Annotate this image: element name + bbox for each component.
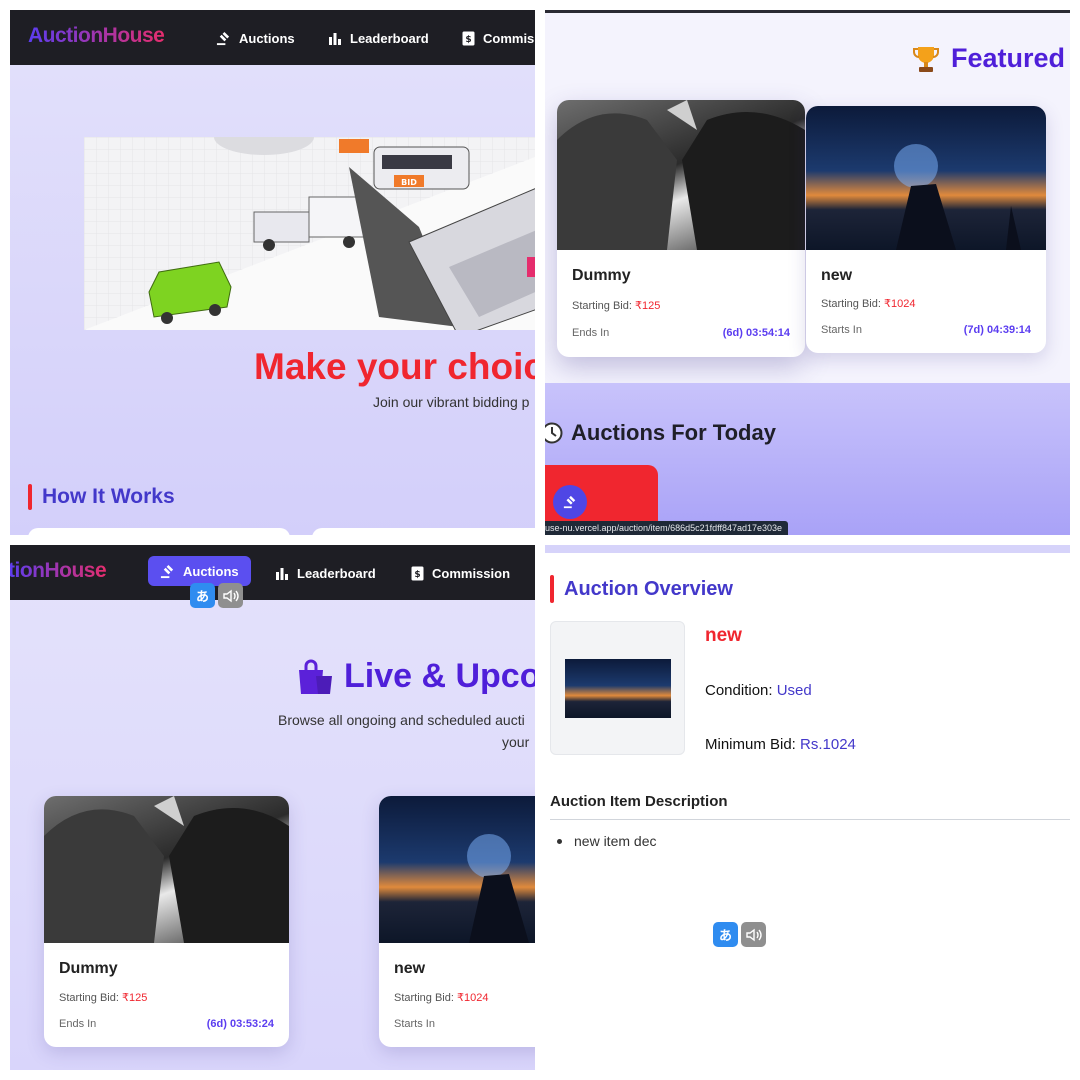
- how-it-works-heading: How It Works: [28, 484, 175, 510]
- nav-leaderboard[interactable]: Leaderboard: [328, 25, 429, 51]
- logo[interactable]: AuctionHouse: [28, 24, 165, 48]
- divider: [550, 819, 1070, 820]
- item-image: [565, 659, 671, 718]
- navbar: tionHouse Auctions Leaderboard $ Commiss…: [10, 545, 535, 600]
- live-heading-label: Live & Upco: [344, 657, 535, 695]
- bar-chart-icon: [276, 568, 288, 580]
- translate-icon[interactable]: あ: [713, 922, 738, 947]
- nav-auctions[interactable]: Auctions: [148, 556, 251, 586]
- card-time-label: Starts In: [821, 324, 862, 336]
- card-time-label: Starts In: [394, 1018, 435, 1030]
- card-title: Dummy: [59, 960, 118, 977]
- featured-card-dummy[interactable]: Dummy Starting Bid: ₹125 Ends In (6d) 03…: [557, 100, 805, 357]
- nav-auctions-label: Auctions: [239, 30, 295, 46]
- speaker-icon[interactable]: [741, 922, 766, 947]
- card-image: [557, 100, 805, 250]
- featured-heading-label: Featured A: [951, 43, 1070, 73]
- overview-panel: Auction Overview new Condition: Used Min…: [545, 545, 1070, 1070]
- heading-accent-bar: [550, 575, 554, 603]
- card-starting-bid: Starting Bid: ₹125: [572, 300, 661, 312]
- translate-widget[interactable]: あ: [190, 583, 243, 608]
- top-strip: [545, 545, 1070, 553]
- card-timer: (7d) 04:39:14: [963, 324, 1031, 336]
- hero-title: Make your choic: [254, 346, 535, 387]
- live-panel: tionHouse Auctions Leaderboard $ Commiss…: [10, 545, 535, 1070]
- nav-auctions[interactable]: Auctions: [216, 25, 295, 51]
- nav-leaderboard[interactable]: Leaderboard: [275, 560, 376, 586]
- featured-card-new[interactable]: new Starting Bid: ₹1024 Starts In (7d) 0…: [806, 106, 1046, 353]
- receipt-dollar-icon: $: [462, 31, 475, 45]
- today-heading: Auctions For Today: [545, 420, 776, 446]
- card-starting-bid: Starting Bid: ₹1024: [394, 992, 489, 1004]
- gavel-badge: [553, 485, 587, 519]
- step-card: [312, 528, 535, 535]
- navbar: AuctionHouse Auctions Leaderboard $ Comm…: [10, 10, 535, 65]
- clock-icon: [545, 422, 563, 444]
- hero-illustration: BID: [84, 137, 535, 330]
- translate-icon[interactable]: あ: [190, 583, 215, 608]
- card-starting-bid: Starting Bid: ₹125: [59, 992, 148, 1004]
- how-it-works-label: How It Works: [42, 485, 175, 508]
- featured-panel: Featured A Dummy Starting Bid: ₹125 Ends…: [545, 10, 1070, 535]
- overview-heading-label: Auction Overview: [564, 577, 733, 600]
- live-card-dummy[interactable]: Dummy Starting Bid: ₹125 Ends In (6d) 03…: [44, 796, 289, 1047]
- card-timer: (6d) 03:53:24: [206, 1018, 274, 1030]
- speaker-icon[interactable]: [218, 583, 243, 608]
- nav-commission[interactable]: $ Commission: [411, 560, 510, 586]
- card-title: Dummy: [572, 267, 631, 284]
- nav-commission-label: Commis: [483, 30, 535, 46]
- card-title: new: [394, 960, 426, 977]
- logo[interactable]: tionHouse: [10, 559, 107, 583]
- svg-text:$: $: [414, 570, 420, 580]
- nav-commission[interactable]: $ Commis: [462, 25, 534, 51]
- card-title: new: [821, 267, 853, 284]
- overview-heading: Auction Overview: [550, 575, 733, 603]
- heading-accent-bar: [28, 484, 32, 510]
- live-subtitle: Browse all ongoing and scheduled aucti: [278, 712, 525, 728]
- nav-leaderboard-label: Leaderboard: [297, 565, 376, 581]
- live-card-new[interactable]: new Starting Bid: ₹1024 Starts In: [379, 796, 535, 1047]
- svg-text:$: $: [465, 35, 471, 45]
- item-thumbnail: [550, 621, 685, 755]
- description-item: new item dec: [557, 833, 656, 849]
- status-bar-url: use-nu.vercel.app/auction/item/686d5c21f…: [545, 521, 789, 535]
- top-border: [545, 10, 1070, 13]
- bar-chart-icon: [329, 33, 341, 45]
- step-card: [28, 528, 290, 535]
- today-heading-label: Auctions For Today: [571, 420, 776, 445]
- nav-leaderboard-label: Leaderboard: [350, 30, 429, 46]
- svg-text:BID: BID: [401, 178, 417, 187]
- card-image: [806, 106, 1046, 250]
- description-heading: Auction Item Description: [550, 793, 728, 810]
- nav-auctions-label: Auctions: [183, 563, 239, 579]
- hero-subtitle: Join our vibrant bidding p: [373, 394, 530, 410]
- item-condition: Condition: Used: [705, 682, 812, 699]
- gavel-icon: [216, 31, 230, 45]
- receipt-dollar-icon: $: [411, 566, 424, 580]
- card-time-label: Ends In: [572, 327, 610, 339]
- home-panel: AuctionHouse Auctions Leaderboard $ Comm…: [10, 10, 535, 535]
- card-image: [44, 796, 289, 943]
- live-subtitle-2: your: [502, 734, 530, 750]
- card-starting-bid: Starting Bid: ₹1024: [821, 298, 916, 310]
- gavel-icon: [160, 564, 174, 578]
- item-minimum-bid: Minimum Bid: Rs.1024: [705, 736, 856, 753]
- shopping-bag-icon: [299, 659, 332, 694]
- bullet: [557, 838, 562, 844]
- gavel-icon: [563, 495, 576, 509]
- translate-widget[interactable]: あ: [713, 922, 766, 947]
- nav-commission-label: Commission: [432, 565, 511, 581]
- trophy-icon: [913, 46, 939, 72]
- item-name: new: [705, 625, 742, 646]
- featured-heading: Featured A: [913, 43, 1070, 74]
- card-timer: (6d) 03:54:14: [722, 327, 790, 339]
- card-time-label: Ends In: [59, 1018, 97, 1030]
- card-image: [379, 796, 535, 943]
- live-heading: Live & Upco: [296, 657, 535, 696]
